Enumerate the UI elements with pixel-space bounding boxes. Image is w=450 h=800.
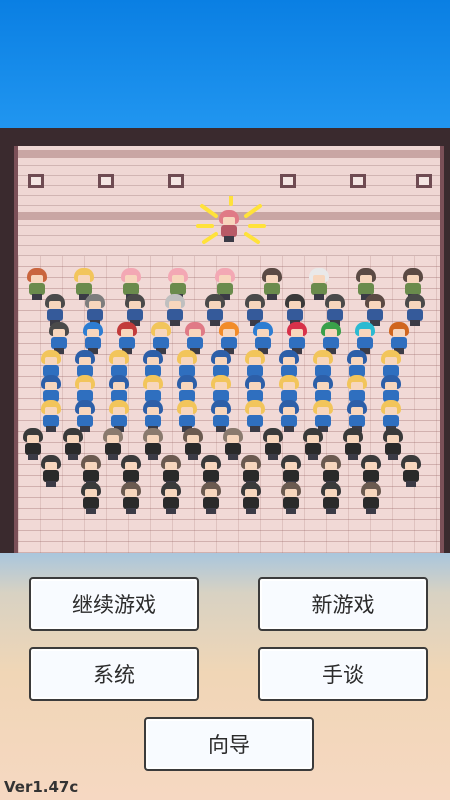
sky-background <box>0 0 450 130</box>
title-menu: 继续游戏 新游戏 系统 手谈 向导 <box>0 553 450 800</box>
wall-window <box>416 174 432 188</box>
manual-button[interactable]: 手谈 <box>258 647 428 701</box>
sparkle-burst-icon <box>196 196 266 244</box>
wall-trim-top <box>18 150 440 158</box>
new-game-button[interactable]: 新游戏 <box>258 577 428 631</box>
wall-window <box>350 174 366 188</box>
wall-window <box>168 174 184 188</box>
wall-window <box>98 174 114 188</box>
system-button[interactable]: 系统 <box>29 647 199 701</box>
classroom-scene <box>0 128 450 553</box>
continue-game-button[interactable]: 继续游戏 <box>29 577 199 631</box>
version-label: Ver1.47c <box>4 778 79 796</box>
guide-button[interactable]: 向导 <box>144 717 314 771</box>
floor <box>14 256 444 553</box>
wall-window <box>280 174 296 188</box>
wall-window <box>28 174 44 188</box>
